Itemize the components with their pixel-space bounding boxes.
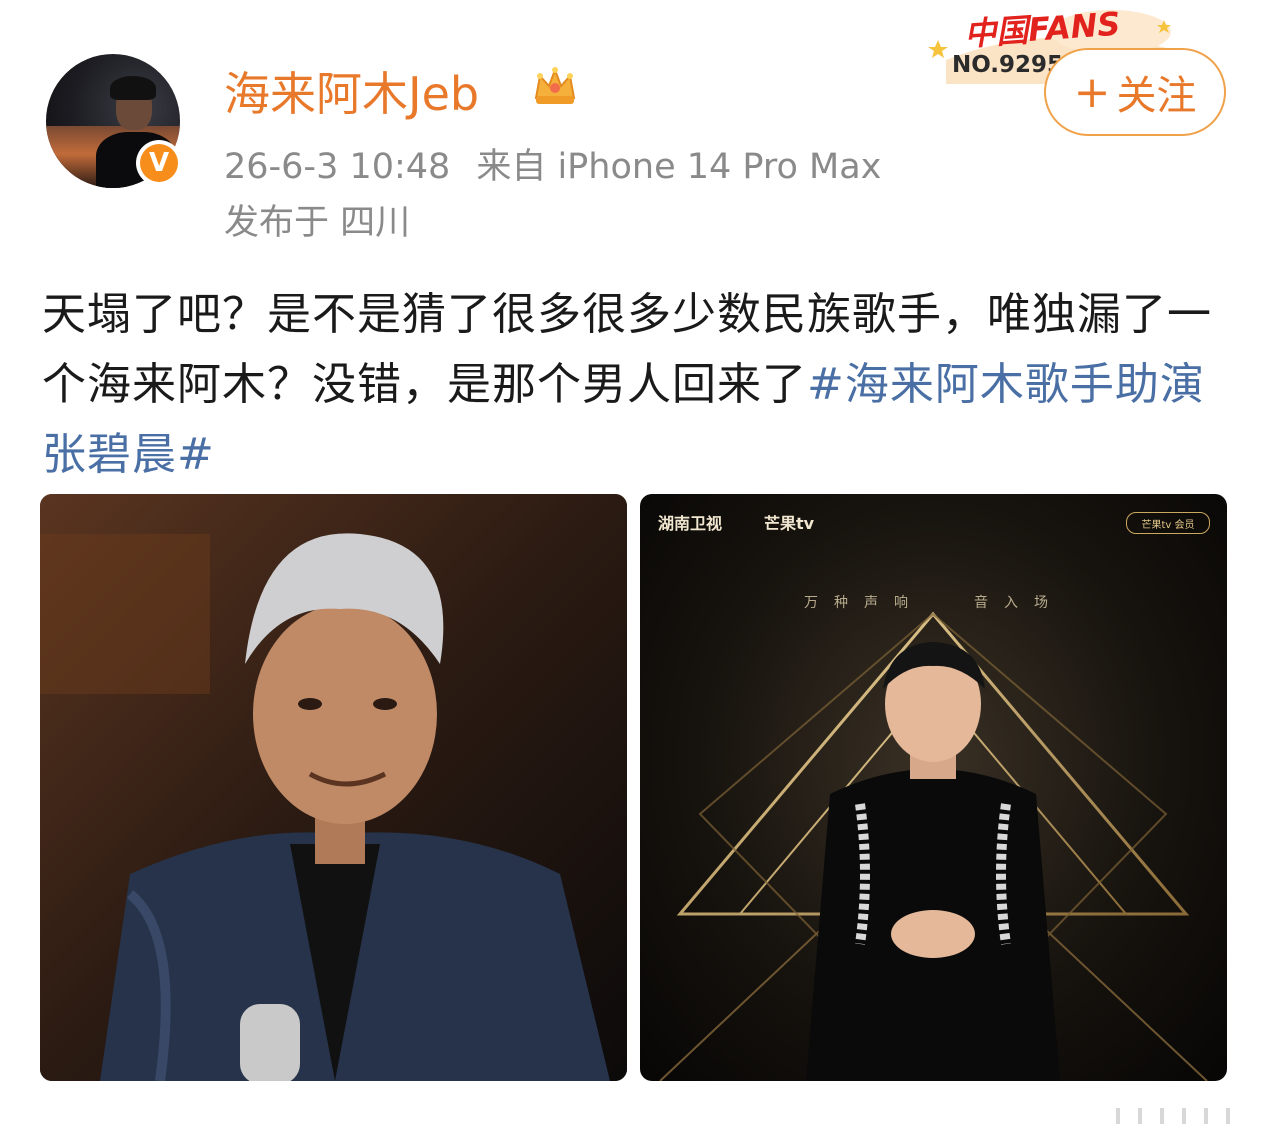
verified-badge-icon: V bbox=[136, 140, 182, 186]
hunan-tv-logo: 湖南卫视 bbox=[658, 514, 723, 533]
follow-button[interactable]: + 关注 bbox=[1044, 48, 1226, 136]
post-text: 天塌了吧？是不是猜了很多很多少数民族歌手，唯独漏了一个海来阿木？没错，是那个男人… bbox=[42, 280, 1232, 490]
fans-badge-number: NO.9295 bbox=[952, 52, 1064, 78]
post-source: 来自 iPhone 14 Pro Max bbox=[476, 147, 882, 187]
mango-tv-logo: 芒果tv bbox=[764, 514, 815, 533]
avatar-hair bbox=[110, 76, 156, 100]
plus-icon: + bbox=[1073, 66, 1111, 118]
username[interactable]: 海来阿木Jeb bbox=[224, 58, 479, 124]
follow-button-label: 关注 bbox=[1116, 73, 1197, 119]
post-image-1-art bbox=[40, 494, 627, 1081]
post-image-2-art bbox=[659, 611, 1208, 1081]
post-image-1[interactable] bbox=[40, 494, 627, 1081]
image-caption-left: 万种声响 bbox=[804, 595, 924, 611]
post-image-2[interactable]: 湖南卫视 芒果tv 芒果tv 会员 万种声响 音入场 bbox=[640, 494, 1227, 1081]
crown-icon bbox=[534, 67, 576, 104]
more-dots-icon bbox=[1116, 1108, 1230, 1124]
post-meta: 26-6-3 10:48 来自 iPhone 14 Pro Max bbox=[224, 138, 881, 189]
mango-vip-badge: 芒果tv 会员 bbox=[1126, 512, 1210, 534]
image-caption-right: 音入场 bbox=[974, 595, 1064, 611]
post-time: 26-6-3 10:48 bbox=[224, 147, 451, 187]
post-location: 发布于 四川 bbox=[224, 203, 411, 243]
